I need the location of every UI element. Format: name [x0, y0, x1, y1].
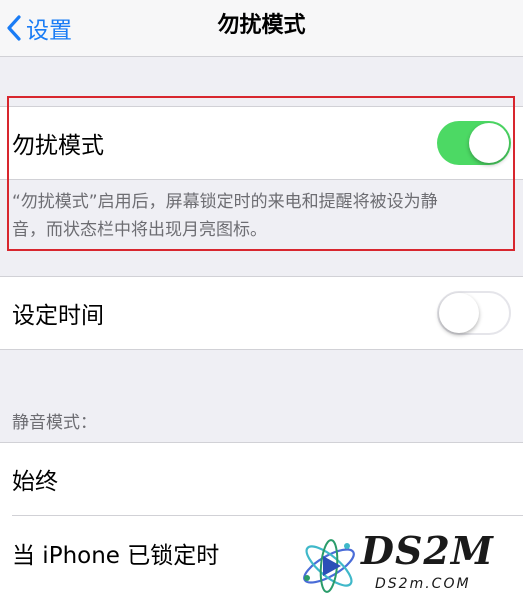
back-button[interactable]: 设置 [0, 0, 72, 56]
dnd-toggle[interactable] [437, 121, 511, 165]
silence-option-label: 当 iPhone 已锁定时 [12, 543, 220, 569]
silence-option-always[interactable]: 始终 [0, 443, 523, 515]
schedule-toggle[interactable] [437, 291, 511, 335]
watermark-url: DS2m.COM [375, 576, 471, 592]
dnd-row: 勿扰模式 [0, 107, 523, 179]
chevron-left-icon [7, 15, 21, 41]
dnd-description-line-2: 音，而状态栏中将出现月亮图标。 [12, 220, 267, 240]
silence-section-header: 静音模式： [12, 413, 97, 433]
toggle-knob [469, 123, 509, 163]
dnd-label: 勿扰模式 [12, 133, 104, 159]
dnd-description-line-1: “勿扰模式”启用后，屏幕锁定时的来电和提醒将被设为静 [12, 192, 438, 212]
dnd-description: “勿扰模式”启用后，屏幕锁定时的来电和提醒将被设为静 音，而状态栏中将出现月亮图… [12, 188, 512, 244]
schedule-row: 设定时间 [0, 277, 523, 349]
navigation-bar: 设置 勿扰模式 [0, 0, 523, 57]
atom-logo-icon [303, 539, 355, 593]
schedule-group: 设定时间 [0, 276, 523, 350]
page-title: 勿扰模式 [217, 13, 306, 38]
back-label: 设置 [26, 18, 72, 44]
watermark-logo-text: DS2M [361, 528, 494, 573]
watermark: DS2M DS2m.COM [295, 528, 520, 602]
toggle-knob [439, 293, 479, 333]
dnd-group: 勿扰模式 [0, 106, 523, 180]
silence-option-label: 始终 [12, 469, 58, 495]
schedule-label: 设定时间 [12, 303, 104, 329]
